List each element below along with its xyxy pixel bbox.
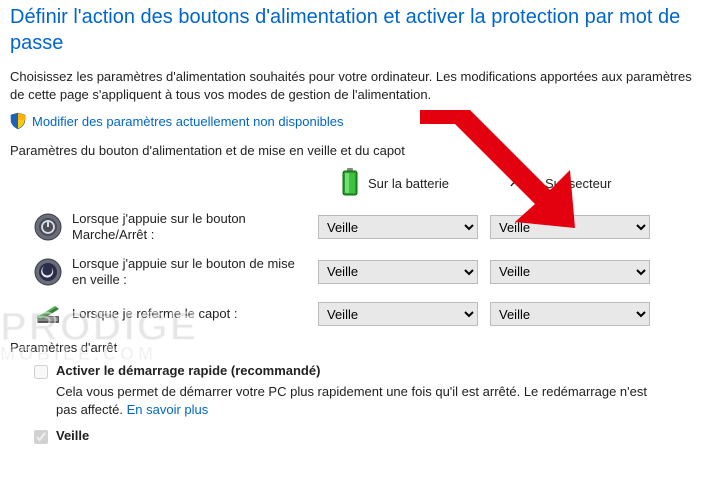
power-button-plugged-select[interactable]: Veille xyxy=(490,215,650,239)
intro-text: Choisissez les paramètres d'alimentation… xyxy=(10,68,692,103)
admin-link-row: Modifier des paramètres actuellement non… xyxy=(10,113,692,129)
page-title: Définir l'action des boutons d'alimentat… xyxy=(10,4,692,56)
power-button-icon xyxy=(34,213,62,241)
battery-icon xyxy=(340,168,360,199)
col-plugged: Sur secteur xyxy=(509,174,611,193)
sleep-label: Veille xyxy=(56,428,89,443)
col-battery-label: Sur la batterie xyxy=(368,176,449,191)
section-buttons-label: Paramètres du bouton d'alimentation et d… xyxy=(10,143,692,158)
power-button-battery-select[interactable]: Veille xyxy=(318,215,478,239)
lid-icon xyxy=(34,300,62,328)
fast-startup-label: Activer le démarrage rapide (recommandé) xyxy=(56,363,320,378)
section-shutdown-label: Paramètres d'arrêt xyxy=(10,340,692,355)
row-sleep-button: Lorsque j'appuie sur le bouton de mise e… xyxy=(10,256,692,289)
sleep-button-icon xyxy=(34,258,62,286)
row-power-label: Lorsque j'appuie sur le bouton Marche/Ar… xyxy=(72,211,318,244)
plug-icon xyxy=(509,174,537,193)
sleep-row: Veille xyxy=(10,428,692,444)
col-plugged-label: Sur secteur xyxy=(545,176,611,191)
learn-more-link[interactable]: En savoir plus xyxy=(127,402,209,417)
row-lid: Lorsque je referme le capot : Veille Vei… xyxy=(10,300,692,328)
columns-header: Sur la batterie Sur secteur xyxy=(340,168,692,199)
lid-plugged-select[interactable]: Veille xyxy=(490,302,650,326)
row-lid-label: Lorsque je referme le capot : xyxy=(72,306,318,322)
lid-battery-select[interactable]: Veille xyxy=(318,302,478,326)
fast-startup-row: Activer le démarrage rapide (recommandé) xyxy=(10,363,692,379)
admin-change-link[interactable]: Modifier des paramètres actuellement non… xyxy=(32,114,343,129)
col-battery: Sur la batterie xyxy=(340,168,449,199)
shield-icon xyxy=(10,113,26,129)
fast-startup-checkbox[interactable] xyxy=(34,365,48,379)
fast-startup-desc: Cela vous permet de démarrer votre PC pl… xyxy=(10,383,650,418)
row-sleep-label: Lorsque j'appuie sur le bouton de mise e… xyxy=(72,256,318,289)
sleep-button-battery-select[interactable]: Veille xyxy=(318,260,478,284)
sleep-button-plugged-select[interactable]: Veille xyxy=(490,260,650,284)
row-power-button: Lorsque j'appuie sur le bouton Marche/Ar… xyxy=(10,211,692,244)
sleep-checkbox[interactable] xyxy=(34,430,48,444)
